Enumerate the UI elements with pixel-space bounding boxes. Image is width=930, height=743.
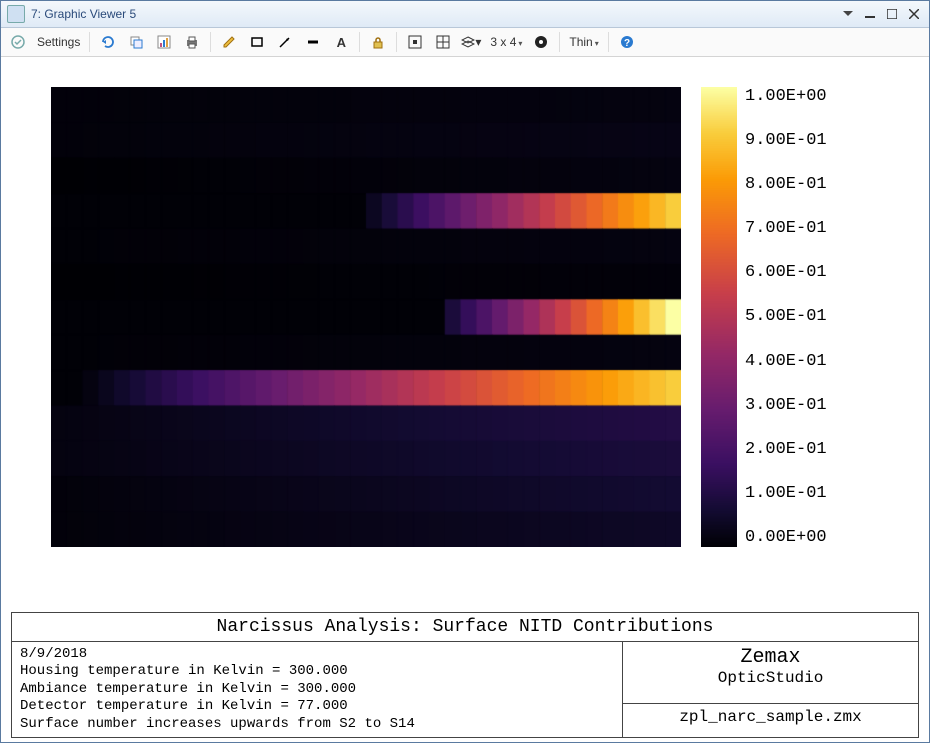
dropdown-button[interactable]: [839, 6, 857, 22]
toggle-settings-icon[interactable]: [5, 31, 31, 53]
app-window: 7: Graphic Viewer 5 Settings A ▾ 3 x 4▾ …: [0, 0, 930, 743]
toolbar: Settings A ▾ 3 x 4▾ Thin▾ ?: [1, 28, 929, 57]
line-weight-label: Thin: [569, 35, 592, 49]
colorbar-tick-label: 8.00E-01: [745, 175, 827, 194]
toolbar-separator: [559, 32, 560, 52]
content-area: 1.00E+00 9.00E-01 8.00E-01 7.00E-01 6.00E-01…: [1, 57, 929, 742]
toolbar-separator: [608, 32, 609, 52]
layers-icon[interactable]: ▾: [458, 31, 484, 53]
analysis-date: 8/9/2018: [20, 646, 614, 664]
chart-title: Narcissus Analysis: Surface NITD Contrib…: [217, 617, 714, 637]
heatmap-canvas: [51, 87, 681, 547]
pencil-icon[interactable]: [216, 31, 242, 53]
colorbar-tick-label: 5.00E-01: [745, 307, 827, 326]
lock-icon[interactable]: [365, 31, 391, 53]
minimize-button[interactable]: [861, 6, 879, 22]
settings-label: Settings: [37, 35, 80, 49]
metadata-line: Surface number increases upwards from S2…: [20, 716, 614, 734]
title-bar: 7: Graphic Viewer 5: [1, 1, 929, 28]
app-icon: [7, 5, 25, 23]
chart-zone: 1.00E+00 9.00E-01 8.00E-01 7.00E-01 6.00E-01…: [11, 67, 919, 612]
colorbar-tick-label: 9.00E-01: [745, 131, 827, 150]
colorbar-tick-label: 4.00E-01: [745, 352, 827, 371]
colorbar-canvas: [701, 87, 737, 547]
metadata-line: Housing temperature in Kelvin = 300.000: [20, 663, 614, 681]
product-name: OpticStudio: [631, 669, 910, 687]
chart-icon[interactable]: [151, 31, 177, 53]
settings-button[interactable]: Settings: [33, 35, 84, 49]
colorbar-tick-label: 3.00E-01: [745, 396, 827, 415]
colorbar-tick-label: 7.00E-01: [745, 219, 827, 238]
chart-title-cell: Narcissus Analysis: Surface NITD Contrib…: [12, 612, 919, 641]
metadata-line: Detector temperature in Kelvin = 77.000: [20, 698, 614, 716]
svg-text:?: ?: [624, 38, 630, 49]
maximize-button[interactable]: [883, 6, 901, 22]
zoom-region-icon[interactable]: [430, 31, 456, 53]
info-panel: Narcissus Analysis: Surface NITD Contrib…: [11, 612, 919, 739]
copy-icon[interactable]: [123, 31, 149, 53]
toolbar-separator: [210, 32, 211, 52]
help-icon[interactable]: ?: [614, 31, 640, 53]
arrow-tool-icon[interactable]: [272, 31, 298, 53]
target-icon[interactable]: [528, 31, 554, 53]
colorbar-tick-label: 0.00E+00: [745, 528, 827, 547]
close-button[interactable]: [905, 6, 923, 22]
text-tool-icon[interactable]: A: [328, 31, 354, 53]
window-title: 7: Graphic Viewer 5: [31, 7, 136, 21]
line-weight-dropdown[interactable]: Thin▾: [565, 35, 602, 49]
filename: zpl_narc_sample.zmx: [679, 708, 861, 726]
brand-name: Zemax: [631, 646, 910, 669]
metadata-line: Ambiance temperature in Kelvin = 300.000: [20, 681, 614, 699]
colorbar-tick-label: 6.00E-01: [745, 263, 827, 282]
colorbar-wrap: 1.00E+00 9.00E-01 8.00E-01 7.00E-01 6.00E-01…: [701, 87, 827, 547]
toolbar-separator: [89, 32, 90, 52]
zoom-fit-icon[interactable]: [402, 31, 428, 53]
brand-cell: Zemax OpticStudio: [623, 641, 919, 704]
colorbar-tick-label: 1.00E-01: [745, 484, 827, 503]
line-tool-icon[interactable]: [300, 31, 326, 53]
metadata-cell: 8/9/2018 Housing temperature in Kelvin =…: [12, 641, 623, 738]
colorbar-ticks: 1.00E+00 9.00E-01 8.00E-01 7.00E-01 6.00E-01…: [745, 87, 827, 547]
colorbar-tick-label: 1.00E+00: [745, 87, 827, 106]
colorbar-tick-label: 2.00E-01: [745, 440, 827, 459]
filename-cell: zpl_narc_sample.zmx: [623, 704, 919, 738]
toolbar-separator: [396, 32, 397, 52]
print-icon[interactable]: [179, 31, 205, 53]
grid-size-dropdown[interactable]: 3 x 4▾: [486, 35, 526, 49]
grid-size-label: 3 x 4: [490, 35, 516, 49]
toolbar-separator: [359, 32, 360, 52]
rect-tool-icon[interactable]: [244, 31, 270, 53]
refresh-icon[interactable]: [95, 31, 121, 53]
